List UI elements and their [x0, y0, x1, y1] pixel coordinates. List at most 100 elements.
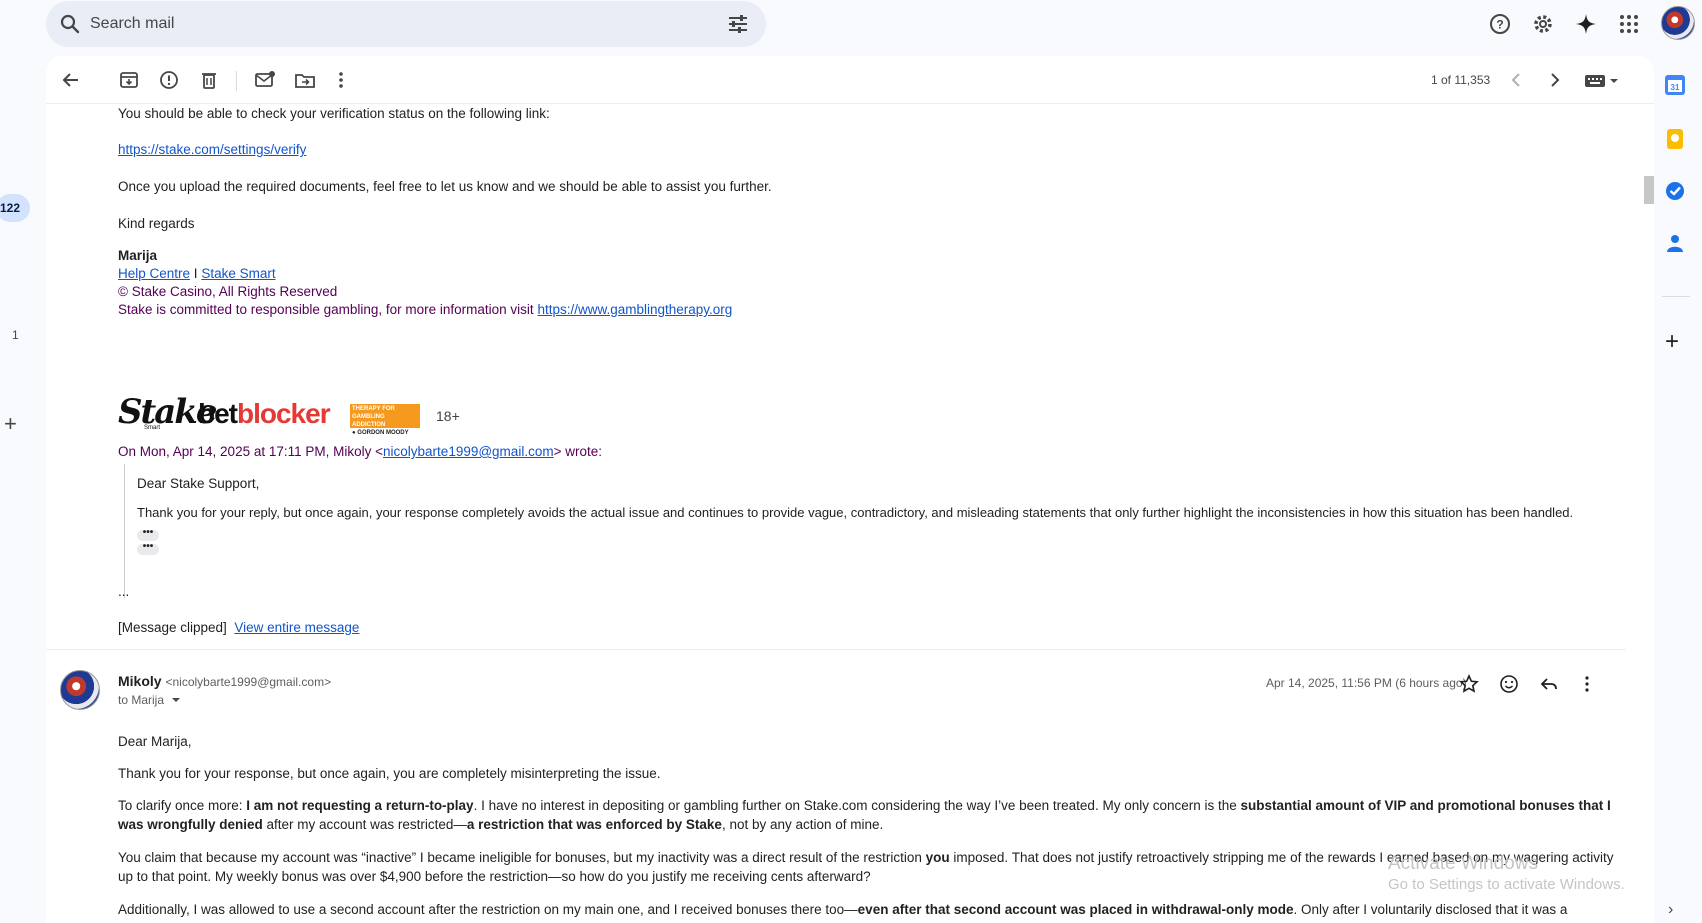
show-trimmed-content-button[interactable]: ••• [137, 542, 159, 555]
get-addons-plus-icon[interactable]: + [1665, 328, 1679, 356]
newer-chevron-left-icon[interactable] [1506, 69, 1528, 91]
quoted-greeting: Dear Stake Support, [137, 476, 260, 491]
stake-smart-link[interactable]: Stake Smart [201, 266, 275, 281]
emoji-react-icon[interactable] [1498, 673, 1520, 695]
responsible-gambling-text: Stake is committed to responsible gambli… [118, 300, 732, 320]
quoted-email-link[interactable]: nicolybarte1999@gmail.com [383, 444, 554, 459]
gm-line2: GAMBLING ADDICTION [352, 414, 386, 428]
more-options-vertical-icon[interactable] [330, 69, 352, 91]
left-nav-rail: 122 1 + [0, 56, 46, 923]
search-input[interactable]: Search mail [90, 15, 174, 33]
message-more-options-icon[interactable] [1576, 673, 1598, 695]
recipient-line[interactable]: to Marija [118, 693, 181, 707]
svg-text:?: ? [1496, 18, 1503, 32]
tasks-icon[interactable] [1664, 180, 1686, 202]
settings-gear-icon[interactable] [1531, 12, 1555, 36]
archive-icon[interactable] [118, 69, 140, 91]
body-line: You should be able to check your verific… [118, 106, 550, 121]
help-icon[interactable]: ? [1488, 12, 1512, 36]
right-side-panel: 31 + › [1654, 56, 1702, 923]
sender-avatar[interactable] [60, 670, 100, 710]
vertical-scrollbar[interactable] [1644, 176, 1654, 204]
calendar-icon[interactable]: 31 [1664, 74, 1686, 96]
betblocker-blocker: blocker [237, 398, 331, 429]
toolbar-separator [236, 71, 237, 91]
reply-paragraph: Thank you for your response, but once ag… [118, 766, 661, 781]
body-line: Once you upload the required documents, … [118, 179, 772, 194]
add-label-plus-icon[interactable]: + [4, 411, 17, 437]
input-tools-keyboard-icon[interactable] [1584, 73, 1624, 89]
move-to-icon[interactable] [294, 69, 316, 91]
text-span: You claim that because my account was “i… [118, 850, 926, 865]
search-options-icon[interactable] [726, 12, 750, 36]
betblocker-bet: bet [198, 398, 238, 429]
message-position-count: 1 of 11,353 [1431, 73, 1491, 87]
search-icon[interactable] [58, 12, 82, 36]
quote-header: On Mon, Apr 14, 2025 at 17:11 PM, Mikoly… [118, 442, 602, 462]
gm-line1: THERAPY FOR [352, 406, 395, 412]
expand-panel-chevron-icon[interactable]: › [1668, 901, 1673, 919]
gemini-sparkle-icon[interactable] [1574, 12, 1598, 36]
quoted-body: Thank you for your reply, but once again… [137, 505, 1574, 520]
message-date: Apr 14, 2025, 11:56 PM (6 hours ago) [1266, 676, 1467, 690]
committed-text: Stake is committed to responsible gambli… [118, 302, 538, 317]
text-span: after my account was restricted— [262, 817, 467, 832]
reply-arrow-icon[interactable] [1538, 673, 1560, 695]
sender-line: Mikoly <nicolybarte1999@gmail.com> [118, 673, 331, 689]
bold-span: even after that second account was place… [857, 902, 1294, 917]
back-arrow-icon[interactable] [60, 69, 82, 91]
search-bar[interactable]: Search mail [46, 1, 766, 47]
text-span: , not by any action of mine. [721, 817, 884, 832]
show-trimmed-content-button[interactable]: ••• [137, 528, 159, 541]
contacts-icon[interactable] [1664, 232, 1686, 254]
signature-name: Marija [118, 248, 158, 263]
reply-greeting: Dear Marija, [118, 734, 192, 749]
bold-span: you [925, 850, 950, 865]
betblocker-logo: betblocker [198, 398, 331, 430]
reading-pane: 1 of 11,353 You should be able to check … [46, 56, 1654, 923]
unread-count-badge[interactable]: 122 [0, 194, 30, 222]
view-entire-message-link[interactable]: View entire message [234, 620, 359, 635]
delete-trash-icon[interactable] [198, 69, 220, 91]
keep-notes-icon[interactable] [1664, 128, 1686, 150]
message-divider [46, 649, 1626, 650]
recipient-text: to Marija [118, 693, 165, 707]
older-chevron-right-icon[interactable] [1544, 69, 1566, 91]
ellipsis: ... [118, 584, 130, 599]
gambling-therapy-link[interactable]: https://www.gamblingtherapy.org [537, 302, 732, 317]
account-avatar[interactable] [1661, 6, 1695, 40]
star-icon[interactable] [1458, 673, 1480, 695]
help-centre-link[interactable]: Help Centre [118, 266, 190, 281]
message-toolbar: 1 of 11,353 [46, 56, 1654, 104]
signature-links: Help Centre I Stake Smart [118, 264, 276, 284]
svg-text:31: 31 [1671, 83, 1680, 92]
label-count: 1 [12, 328, 19, 342]
report-spam-icon[interactable] [158, 69, 180, 91]
text-span: . I have no interest in depositing or ga… [473, 798, 1241, 813]
sender-address: <nicolybarte1999@gmail.com> [165, 675, 332, 689]
text-span: Additionally, I was allowed to use a sec… [118, 902, 858, 917]
verify-link[interactable]: https://stake.com/settings/verify [118, 140, 306, 160]
text-span: To clarify once more: [118, 798, 247, 813]
bold-span: I am not requesting a return-to-play [246, 798, 474, 813]
apps-grid-icon[interactable] [1617, 12, 1641, 36]
copyright-text: © Stake Casino, All Rights Reserved [118, 284, 338, 299]
gm-line3: ● GORDON MOODY [352, 430, 409, 436]
clipped-notice: [Message clipped] View entire message [118, 618, 359, 638]
signature-logos: Stake Smart betblocker THERAPY FOR GAMBL… [118, 394, 478, 436]
sender-name[interactable]: Mikoly [118, 673, 162, 689]
right-rail-divider [1662, 296, 1690, 297]
body-line: Kind regards [118, 216, 195, 231]
windows-activation-subtext: Go to Settings to activate Windows. [1388, 876, 1625, 893]
gordon-moody-logo: THERAPY FOR GAMBLING ADDICTION ● GORDON … [350, 404, 420, 436]
reply-paragraph: Additionally, I was allowed to use a sec… [118, 900, 1618, 923]
quote-header-prefix: On Mon, Apr 14, 2025 at 17:11 PM, Mikoly… [118, 444, 384, 459]
quoted-message: Dear Stake Support, Thank you for your r… [124, 464, 1604, 598]
message-clipped-text: [Message clipped] [118, 620, 227, 635]
bold-span: a restriction that was enforced by Stake [466, 817, 722, 832]
quote-header-suffix: > wrote: [553, 444, 602, 459]
details-dropdown-icon[interactable] [171, 696, 181, 704]
mark-unread-icon[interactable] [254, 69, 276, 91]
top-bar: Search mail ? [0, 0, 1702, 50]
windows-activation-watermark: Activate Windows [1388, 853, 1538, 874]
